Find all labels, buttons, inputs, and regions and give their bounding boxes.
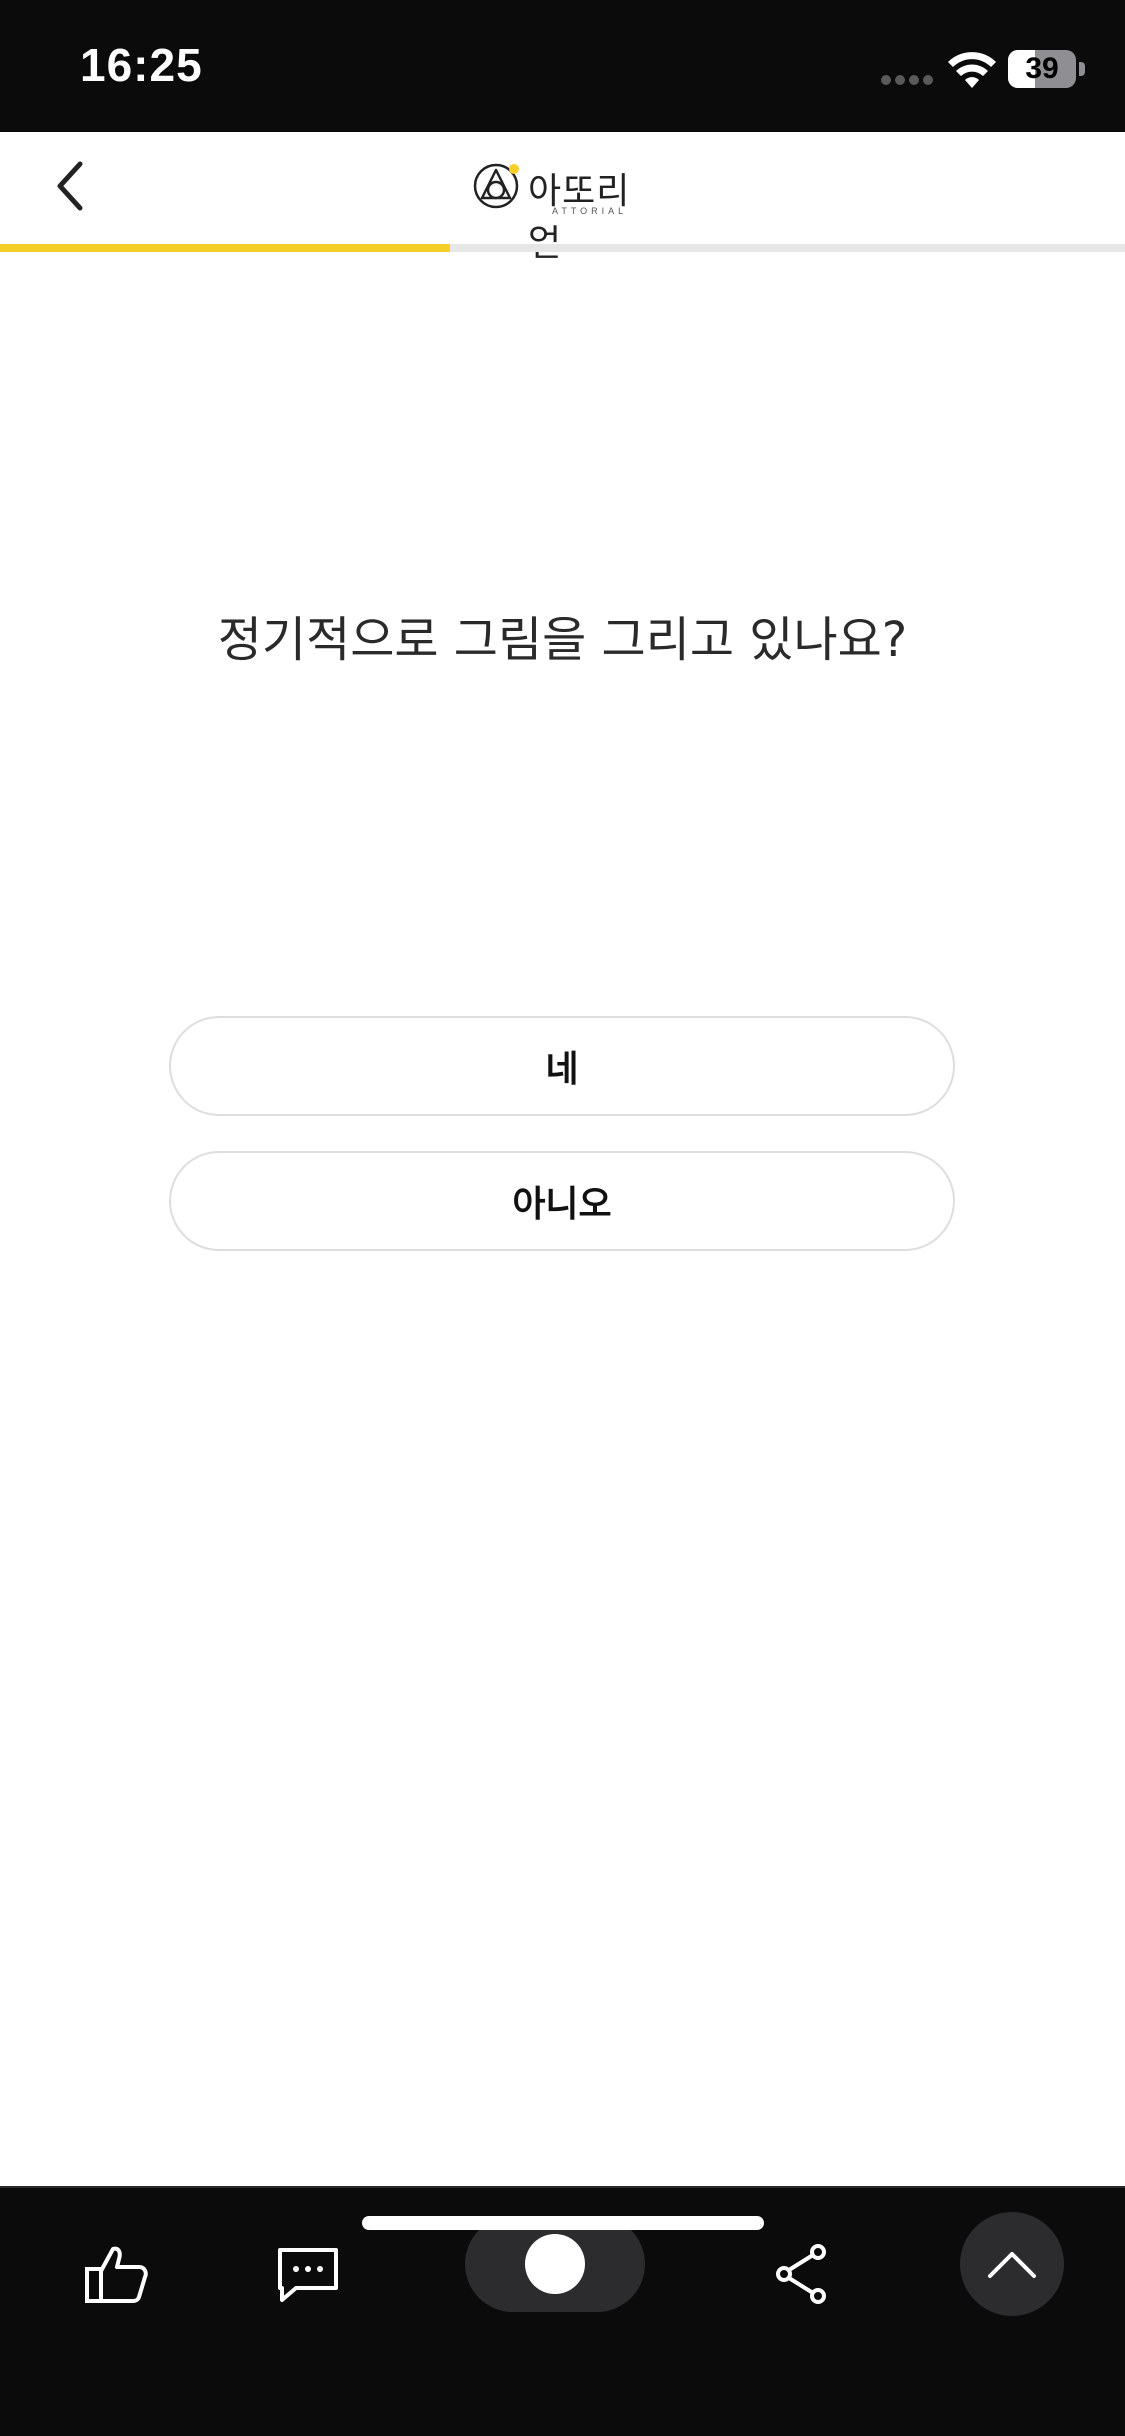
back-button[interactable] bbox=[30, 146, 110, 226]
like-button[interactable] bbox=[70, 2228, 162, 2320]
logo-subtext: ATTORIAL bbox=[552, 206, 628, 216]
toggle-knob bbox=[525, 2234, 585, 2294]
question-text: 정기적으로 그림을 그리고 있나요? bbox=[217, 612, 908, 668]
battery-level: 39 bbox=[1025, 52, 1059, 85]
progress-bar bbox=[0, 244, 1125, 252]
battery-icon: 39 bbox=[1008, 50, 1076, 88]
wifi-icon bbox=[948, 52, 996, 88]
survey-screen: 아또리얼 ATTORIAL 정기적으로 그림을 그리고 있나요? 네 아니오 bbox=[0, 132, 1125, 2186]
status-bar: 16:25 39 bbox=[0, 0, 1125, 132]
home-indicator bbox=[362, 2216, 764, 2230]
status-time: 16:25 bbox=[80, 39, 203, 91]
comment-button[interactable] bbox=[262, 2228, 354, 2320]
cellular-signal-icon bbox=[881, 75, 933, 85]
share-button[interactable] bbox=[756, 2228, 848, 2320]
app-logo: 아또리얼 ATTORIAL bbox=[472, 156, 662, 264]
progress-bar-fill bbox=[0, 244, 450, 252]
answer-no-button[interactable]: 아니오 bbox=[169, 1151, 955, 1251]
scroll-top-button[interactable] bbox=[960, 2212, 1064, 2316]
comment-icon bbox=[278, 2248, 338, 2302]
toggle-switch[interactable] bbox=[465, 2216, 645, 2312]
chevron-left-icon bbox=[57, 161, 83, 211]
answer-yes-button[interactable]: 네 bbox=[169, 1016, 955, 1116]
chevron-up-icon bbox=[988, 2252, 1036, 2278]
logo-mark-icon bbox=[473, 163, 519, 209]
share-icon bbox=[776, 2244, 826, 2304]
nav-bar: 아또리얼 ATTORIAL bbox=[0, 132, 1125, 264]
thumbs-up-icon bbox=[85, 2246, 148, 2303]
battery-cap bbox=[1079, 62, 1085, 76]
